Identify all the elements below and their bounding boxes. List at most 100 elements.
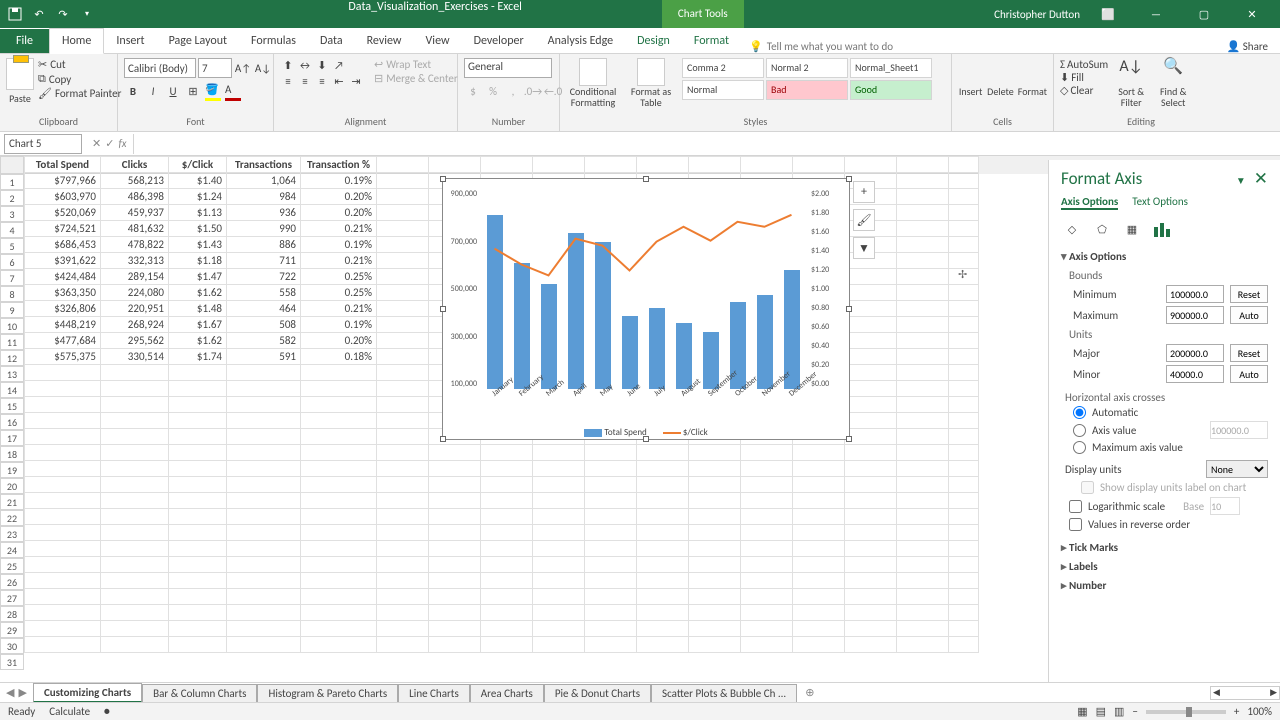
row-header[interactable]: 9 bbox=[0, 302, 24, 318]
row-header[interactable]: 1 bbox=[0, 174, 24, 190]
find-select-button[interactable]: 🔍Find & Select bbox=[1154, 58, 1192, 108]
style-normal2[interactable]: Normal 2 bbox=[766, 58, 848, 78]
tab-review[interactable]: Review bbox=[355, 29, 414, 53]
style-bad[interactable]: Bad bbox=[766, 80, 848, 100]
qat-more-icon[interactable]: ▾ bbox=[76, 3, 98, 25]
tab-formulas[interactable]: Formulas bbox=[239, 29, 308, 53]
minimize-icon[interactable]: — bbox=[1136, 0, 1176, 28]
log-base-input[interactable] bbox=[1210, 497, 1240, 515]
row-header[interactable]: 11 bbox=[0, 334, 24, 350]
align-left-icon[interactable]: ≡ bbox=[280, 74, 296, 88]
row-header[interactable]: 18 bbox=[0, 446, 24, 462]
axis-minor-auto[interactable]: Auto bbox=[1230, 365, 1268, 383]
row-header[interactable]: 4 bbox=[0, 222, 24, 238]
align-middle-icon[interactable]: ↔ bbox=[297, 58, 313, 72]
row-header[interactable]: 24 bbox=[0, 542, 24, 558]
align-center-icon[interactable]: ≡ bbox=[297, 74, 313, 88]
chart-legend[interactable]: Total Spend $/Click bbox=[443, 427, 849, 438]
tell-me-search[interactable]: 💡 Tell me what you want to do bbox=[749, 40, 893, 53]
insert-cells-button[interactable]: Insert bbox=[958, 58, 983, 97]
redo-icon[interactable]: ↷ bbox=[52, 3, 74, 25]
view-normal-icon[interactable]: ▦ bbox=[1077, 705, 1087, 718]
macro-record-icon[interactable]: ⏺ bbox=[104, 705, 110, 719]
row-header[interactable]: 25 bbox=[0, 558, 24, 574]
cell-styles-gallery[interactable]: Comma 2 Normal 2 Normal_Sheet1 Normal Ba… bbox=[682, 58, 942, 100]
chart-y1-axis[interactable]: 900,000700,000500,000300,000100,000 bbox=[443, 189, 479, 389]
sheet-tab-customizing[interactable]: Customizing Charts bbox=[33, 683, 142, 703]
chart-y2-axis[interactable]: $2.00$1.80$1.60$1.40$1.20$1.00$0.80$0.60… bbox=[809, 189, 849, 389]
name-box[interactable]: Chart 5 bbox=[4, 134, 82, 154]
axis-major-reset[interactable]: Reset bbox=[1230, 344, 1268, 362]
style-normal-sheet1[interactable]: Normal_Sheet1 bbox=[850, 58, 932, 78]
underline-button[interactable]: U bbox=[164, 82, 182, 100]
row-header[interactable]: 3 bbox=[0, 206, 24, 222]
crosses-axis-value-input[interactable] bbox=[1210, 421, 1268, 439]
chart-elements-button[interactable]: + bbox=[853, 181, 875, 203]
log-scale-check[interactable] bbox=[1069, 500, 1082, 513]
row-header[interactable]: 22 bbox=[0, 510, 24, 526]
axis-min-reset[interactable]: Reset bbox=[1230, 285, 1268, 303]
text-options-tab[interactable]: Text Options bbox=[1132, 195, 1188, 210]
save-icon[interactable] bbox=[4, 3, 26, 25]
borders-button[interactable]: ⊞ bbox=[184, 82, 202, 100]
axis-max-auto[interactable]: Auto bbox=[1230, 306, 1268, 324]
maximize-icon[interactable]: ▢ bbox=[1184, 0, 1224, 28]
formula-bar[interactable] bbox=[134, 134, 1280, 154]
fx-icon[interactable]: fx bbox=[118, 137, 126, 150]
pane-close-icon[interactable]: ✕ bbox=[1254, 168, 1268, 189]
indent-dec-icon[interactable]: ⇤ bbox=[331, 74, 347, 88]
axis-max-input[interactable] bbox=[1166, 306, 1224, 324]
tick-marks-section[interactable]: Tick Marks bbox=[1061, 541, 1268, 554]
new-sheet-button[interactable]: ⊕ bbox=[797, 686, 822, 699]
increase-font-icon[interactable]: A↑ bbox=[234, 59, 252, 77]
axis-major-input[interactable] bbox=[1166, 344, 1224, 362]
zoom-level[interactable]: 100% bbox=[1247, 705, 1272, 718]
crosses-axis-value-radio[interactable] bbox=[1073, 424, 1086, 437]
format-painter-button[interactable]: 🖌 Format Painter bbox=[38, 87, 121, 100]
row-header[interactable]: 28 bbox=[0, 606, 24, 622]
merge-center-button[interactable]: ⊟ Merge & Center bbox=[374, 72, 458, 85]
row-header[interactable]: 6 bbox=[0, 254, 24, 270]
increase-decimal-icon[interactable]: .0→ bbox=[524, 82, 542, 100]
percent-icon[interactable]: % bbox=[484, 82, 502, 100]
copy-button[interactable]: ⧉ Copy bbox=[38, 72, 121, 86]
horizontal-scrollbar[interactable]: ◀▶ bbox=[1210, 686, 1280, 700]
chart-filters-button[interactable]: ▼ bbox=[853, 237, 875, 259]
wrap-text-button[interactable]: ↩ Wrap Text bbox=[374, 58, 458, 71]
comma-icon[interactable]: , bbox=[504, 82, 522, 100]
close-icon[interactable]: ✕ bbox=[1232, 0, 1272, 28]
sheet-tab-area[interactable]: Area Charts bbox=[470, 684, 544, 702]
labels-section[interactable]: Labels bbox=[1061, 560, 1268, 573]
view-page-break-icon[interactable]: ▥ bbox=[1114, 705, 1124, 718]
crosses-max-radio[interactable] bbox=[1073, 441, 1086, 454]
align-top-icon[interactable]: ⬆ bbox=[280, 58, 296, 72]
row-header[interactable]: 30 bbox=[0, 638, 24, 654]
sheet-nav-next-icon[interactable]: ▶ bbox=[18, 686, 26, 699]
font-name-combo[interactable]: Calibri (Body) bbox=[124, 58, 196, 78]
sheet-nav-prev-icon[interactable]: ◀ bbox=[6, 686, 14, 699]
ribbon-display-icon[interactable]: ⬜ bbox=[1088, 0, 1128, 28]
sort-filter-button[interactable]: A↓Sort & Filter bbox=[1112, 58, 1150, 108]
tab-analysis-edge[interactable]: Analysis Edge bbox=[536, 29, 625, 53]
row-header[interactable]: 23 bbox=[0, 526, 24, 542]
sheet-tab-line[interactable]: Line Charts bbox=[398, 684, 470, 702]
fill-button[interactable]: ⬇ Fill bbox=[1060, 71, 1108, 84]
style-comma2[interactable]: Comma 2 bbox=[682, 58, 764, 78]
undo-icon[interactable]: ↶ bbox=[28, 3, 50, 25]
row-header[interactable]: 10 bbox=[0, 318, 24, 334]
tab-file[interactable]: File bbox=[0, 29, 49, 53]
number-section[interactable]: Number bbox=[1061, 579, 1268, 592]
align-bottom-icon[interactable]: ⬇ bbox=[314, 58, 330, 72]
row-header[interactable]: 31 bbox=[0, 654, 24, 670]
sheet-tab-histogram[interactable]: Histogram & Pareto Charts bbox=[257, 684, 398, 702]
paste-button[interactable]: Paste bbox=[6, 58, 34, 105]
align-right-icon[interactable]: ≡ bbox=[314, 74, 330, 88]
row-header[interactable]: 27 bbox=[0, 590, 24, 606]
row-header[interactable]: 15 bbox=[0, 398, 24, 414]
decrease-font-icon[interactable]: A↓ bbox=[254, 59, 272, 77]
format-as-table-button[interactable]: Format as Table bbox=[624, 58, 678, 108]
crosses-auto-radio[interactable] bbox=[1073, 406, 1086, 419]
chart-x-axis[interactable]: JanuaryFebruaryMarchAprilMayJuneJulyAugu… bbox=[481, 391, 805, 423]
row-header[interactable]: 16 bbox=[0, 414, 24, 430]
axis-min-input[interactable] bbox=[1166, 285, 1224, 303]
